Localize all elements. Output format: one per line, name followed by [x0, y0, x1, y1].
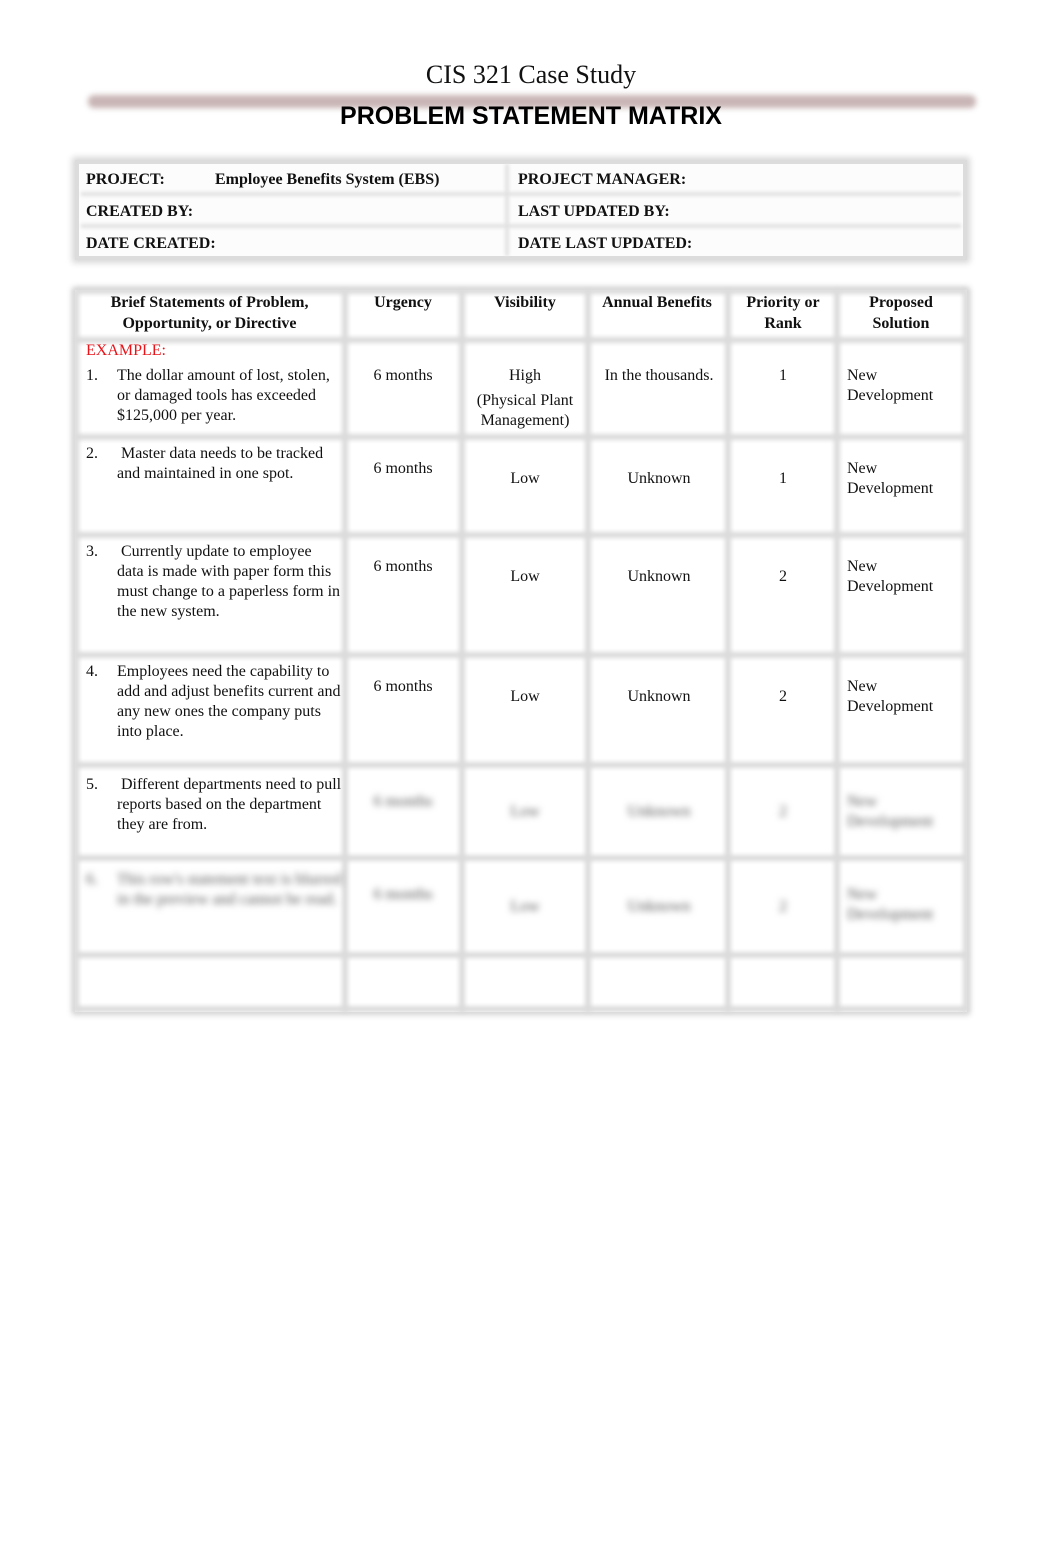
- row-visibility: Low: [510, 688, 540, 705]
- last-updated-by-label: LAST UPDATED BY:: [518, 203, 670, 220]
- row-priority: 2: [779, 898, 787, 915]
- row-urgency: 6 months: [373, 460, 433, 477]
- row-visibility: Low: [510, 898, 540, 915]
- header-proposed-solution: Proposed Solution: [869, 294, 933, 332]
- row-proposed-solution: New Development: [847, 793, 934, 830]
- row-statement: Currently update to employee data is mad…: [117, 543, 341, 620]
- row-priority: 2: [779, 803, 787, 820]
- date-created-label: DATE CREATED:: [86, 235, 216, 252]
- row-statement: This row's statement text is blurred in …: [117, 871, 342, 908]
- row-annual-benefits: Unknown: [627, 898, 691, 915]
- header-visibility: Visibility: [494, 294, 556, 311]
- row-annual-benefits: Unknown: [627, 568, 691, 585]
- row-annual-benefits: In the thousands.: [604, 367, 714, 384]
- row-number: 2.: [86, 445, 98, 462]
- row-visibility-note: (Physical Plant Management): [476, 392, 574, 429]
- header-urgency: Urgency: [374, 294, 432, 311]
- date-last-updated-label: DATE LAST UPDATED:: [518, 235, 693, 252]
- row-statement: Master data needs to be tracked and main…: [117, 445, 328, 482]
- row-urgency: 6 months: [373, 367, 433, 384]
- row-statement: Employees need the capability to add and…: [117, 663, 341, 740]
- project-label: PROJECT:: [86, 171, 165, 188]
- row-annual-benefits: Unknown: [627, 470, 691, 487]
- row-urgency: 6 months: [373, 678, 433, 695]
- grid-line: [834, 290, 840, 1012]
- row-urgency: 6 months: [373, 558, 433, 575]
- project-info-table: PROJECT: Employee Benefits System (EBS) …: [75, 160, 967, 260]
- row-proposed-solution: New Development: [847, 678, 934, 715]
- row-number: 3.: [86, 543, 98, 560]
- row-visibility: Low: [510, 568, 540, 585]
- row-statement: Different departments need to pull repor…: [117, 776, 342, 833]
- created-by-label: CREATED BY:: [86, 203, 194, 220]
- row-proposed-solution: New Development: [847, 367, 934, 404]
- row-priority: 1: [779, 470, 787, 487]
- row-number: 6.: [86, 871, 98, 888]
- row-proposed-solution: New Development: [847, 886, 934, 923]
- info-row-dates: DATE CREATED: DATE LAST UPDATED:: [75, 228, 967, 260]
- row-number: 1.: [86, 367, 98, 384]
- course-title: CIS 321 Case Study: [425, 60, 637, 89]
- example-label: EXAMPLE:: [86, 342, 166, 359]
- header-statement: Brief Statements of Problem, Opportunity…: [110, 294, 309, 332]
- problem-matrix-table: Brief Statements of Problem, Opportunity…: [73, 288, 969, 1012]
- row-number: 4.: [86, 663, 98, 680]
- row-proposed-solution: New Development: [847, 460, 934, 497]
- row-visibility: Low: [510, 470, 540, 487]
- page-title: PROBLEM STATEMENT MATRIX: [340, 102, 722, 130]
- row-statement: The dollar amount of lost, stolen, or da…: [117, 367, 330, 424]
- grid-line: [73, 290, 79, 1012]
- grid-line: [963, 290, 969, 1012]
- row-urgency: 6 months: [373, 793, 433, 810]
- header-priority: Priority or Rank: [746, 294, 820, 332]
- row-annual-benefits: Unknown: [627, 688, 691, 705]
- row-annual-benefits: Unknown: [627, 803, 691, 820]
- row-priority: 2: [779, 568, 787, 585]
- table-row-empty: [86, 962, 342, 1002]
- row-number: 5.: [86, 776, 98, 793]
- info-row-project: PROJECT: Employee Benefits System (EBS) …: [75, 164, 967, 196]
- row-visibility: Low: [510, 803, 540, 820]
- project-manager-label: PROJECT MANAGER:: [518, 171, 687, 188]
- row-visibility: High: [509, 367, 541, 384]
- project-value: Employee Benefits System (EBS): [215, 171, 440, 188]
- row-proposed-solution: New Development: [847, 558, 934, 595]
- row-priority: 2: [779, 688, 787, 705]
- info-row-created-by: CREATED BY: LAST UPDATED BY:: [75, 196, 967, 228]
- row-priority: 1: [779, 367, 787, 384]
- row-urgency: 6 months: [373, 886, 433, 903]
- header-annual-benefits: Annual Benefits: [602, 294, 712, 311]
